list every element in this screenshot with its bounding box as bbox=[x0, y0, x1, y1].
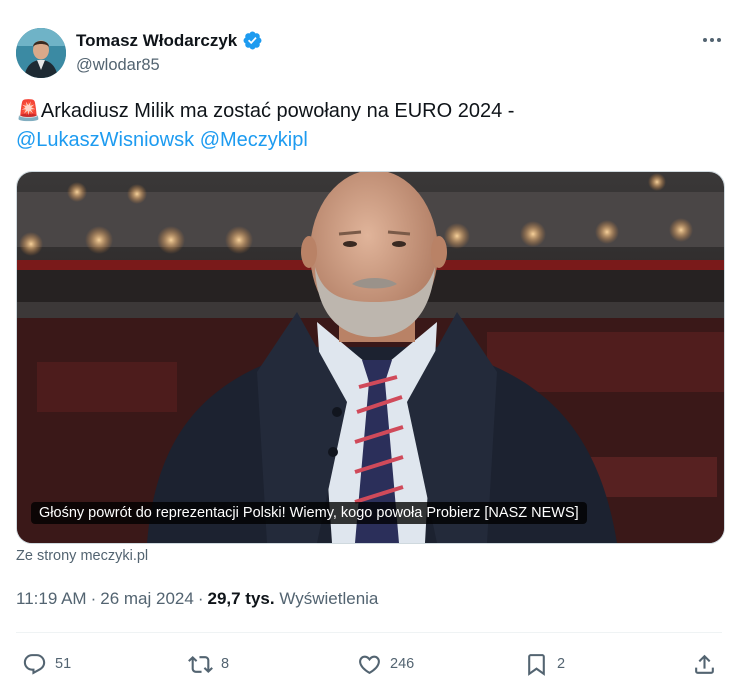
repost-button[interactable]: 8 bbox=[188, 648, 229, 680]
tweet-time[interactable]: 11:19 AM bbox=[16, 589, 87, 608]
card-image bbox=[17, 172, 724, 543]
share-icon bbox=[695, 654, 714, 674]
repost-icon bbox=[188, 655, 213, 673]
like-button[interactable]: 246 bbox=[357, 648, 414, 680]
views-count: 29,7 tys. bbox=[207, 589, 275, 608]
repost-count: 8 bbox=[221, 656, 230, 672]
tweet-body: Arkadiusz Milik ma zostać powołany na EU… bbox=[40, 100, 515, 122]
mention-lukaszwisniowsk[interactable]: @LukaszWisniowsk bbox=[16, 129, 194, 151]
card-source[interactable]: Ze strony meczyki.pl bbox=[16, 548, 148, 564]
siren-emoji: 🚨 bbox=[16, 100, 41, 122]
bookmark-icon bbox=[528, 653, 545, 676]
share-button[interactable] bbox=[692, 648, 717, 680]
author-name[interactable]: Tomasz Włodarczyk bbox=[76, 31, 237, 51]
tweet-date[interactable]: 26 maj 2024 bbox=[100, 589, 194, 608]
tweet-meta: 11:19 AM · 26 maj 2024 · 29,7 tys. Wyświetle… bbox=[16, 589, 378, 609]
tweet-text: 🚨Arkadiusz Milik ma zostać powołany na E… bbox=[16, 97, 716, 155]
bookmark-button[interactable]: 2 bbox=[524, 648, 565, 680]
action-bar: 51 8 246 2 bbox=[0, 648, 736, 680]
reply-count: 51 bbox=[55, 656, 72, 672]
link-card[interactable]: Głośny powrót do reprezentacji Polski! W… bbox=[16, 171, 725, 544]
divider bbox=[16, 632, 722, 633]
author-handle[interactable]: @wlodar85 bbox=[76, 56, 160, 75]
like-count: 246 bbox=[390, 656, 415, 672]
like-icon bbox=[359, 655, 380, 674]
bookmark-count: 2 bbox=[557, 656, 566, 672]
views-label: Wyświetlenia bbox=[279, 589, 379, 608]
author-avatar[interactable] bbox=[16, 28, 66, 78]
meta-separator: · bbox=[90, 589, 97, 608]
meta-separator: · bbox=[197, 589, 204, 608]
reply-button[interactable]: 51 bbox=[22, 648, 71, 680]
author-name-row[interactable]: Tomasz Włodarczyk bbox=[76, 30, 263, 51]
reply-icon bbox=[23, 653, 46, 675]
avatar-image bbox=[16, 28, 66, 78]
card-caption: Głośny powrót do reprezentacji Polski! W… bbox=[31, 502, 587, 524]
mention-meczykipl[interactable]: @Meczykipl bbox=[200, 129, 308, 151]
verified-badge-icon bbox=[243, 31, 262, 50]
more-icon[interactable] bbox=[700, 28, 724, 52]
